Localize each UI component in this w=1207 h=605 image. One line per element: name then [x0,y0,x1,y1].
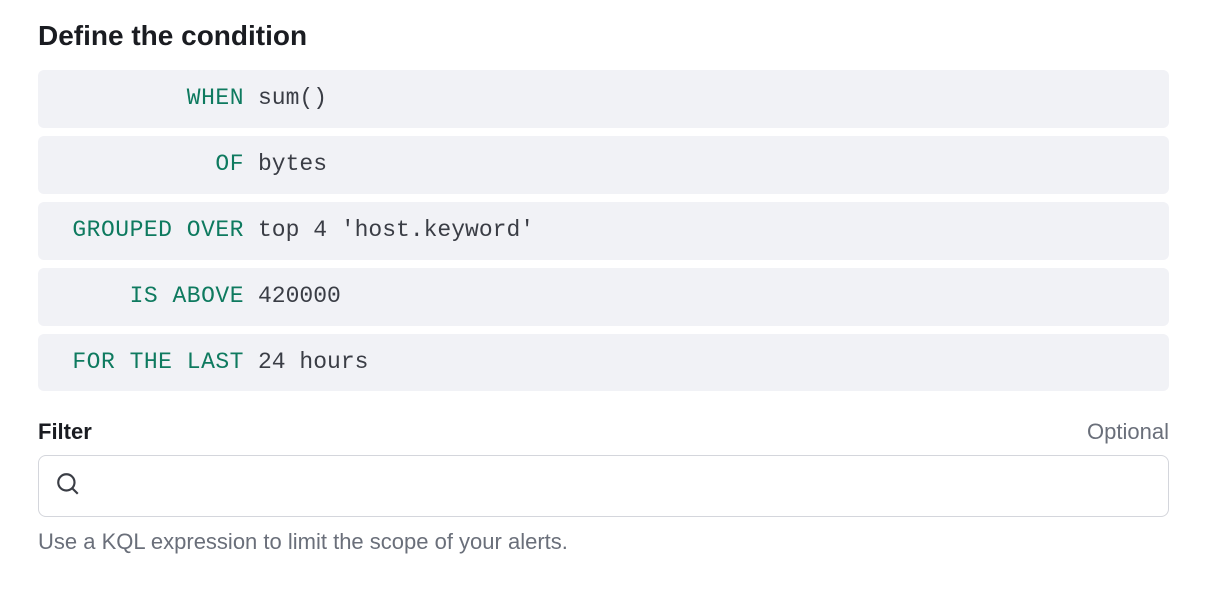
filter-header: Filter Optional [38,419,1169,445]
filter-help-text: Use a KQL expression to limit the scope … [38,529,1169,555]
condition-rows: WHEN sum() OF bytes GROUPED OVER top 4 '… [38,70,1169,391]
condition-row-when[interactable]: WHEN sum() [38,70,1169,128]
search-icon [55,471,81,502]
condition-value: 420000 [258,282,341,312]
condition-row-of[interactable]: OF bytes [38,136,1169,194]
condition-value: bytes [258,150,327,180]
condition-keyword: IS ABOVE [58,282,258,312]
condition-row-is-above[interactable]: IS ABOVE 420000 [38,268,1169,326]
condition-value: sum() [258,84,327,114]
condition-keyword: GROUPED OVER [58,216,258,246]
condition-keyword: FOR THE LAST [58,348,258,378]
filter-optional-label: Optional [1087,419,1169,445]
section-title: Define the condition [38,20,1169,52]
filter-input[interactable] [93,475,1152,498]
condition-keyword: OF [58,150,258,180]
filter-label: Filter [38,419,92,445]
condition-keyword: WHEN [58,84,258,114]
filter-input-wrapper[interactable] [38,455,1169,517]
condition-value: top 4 'host.keyword' [258,216,534,246]
condition-row-for-the-last[interactable]: FOR THE LAST 24 hours [38,334,1169,392]
condition-value: 24 hours [258,348,368,378]
condition-row-grouped-over[interactable]: GROUPED OVER top 4 'host.keyword' [38,202,1169,260]
